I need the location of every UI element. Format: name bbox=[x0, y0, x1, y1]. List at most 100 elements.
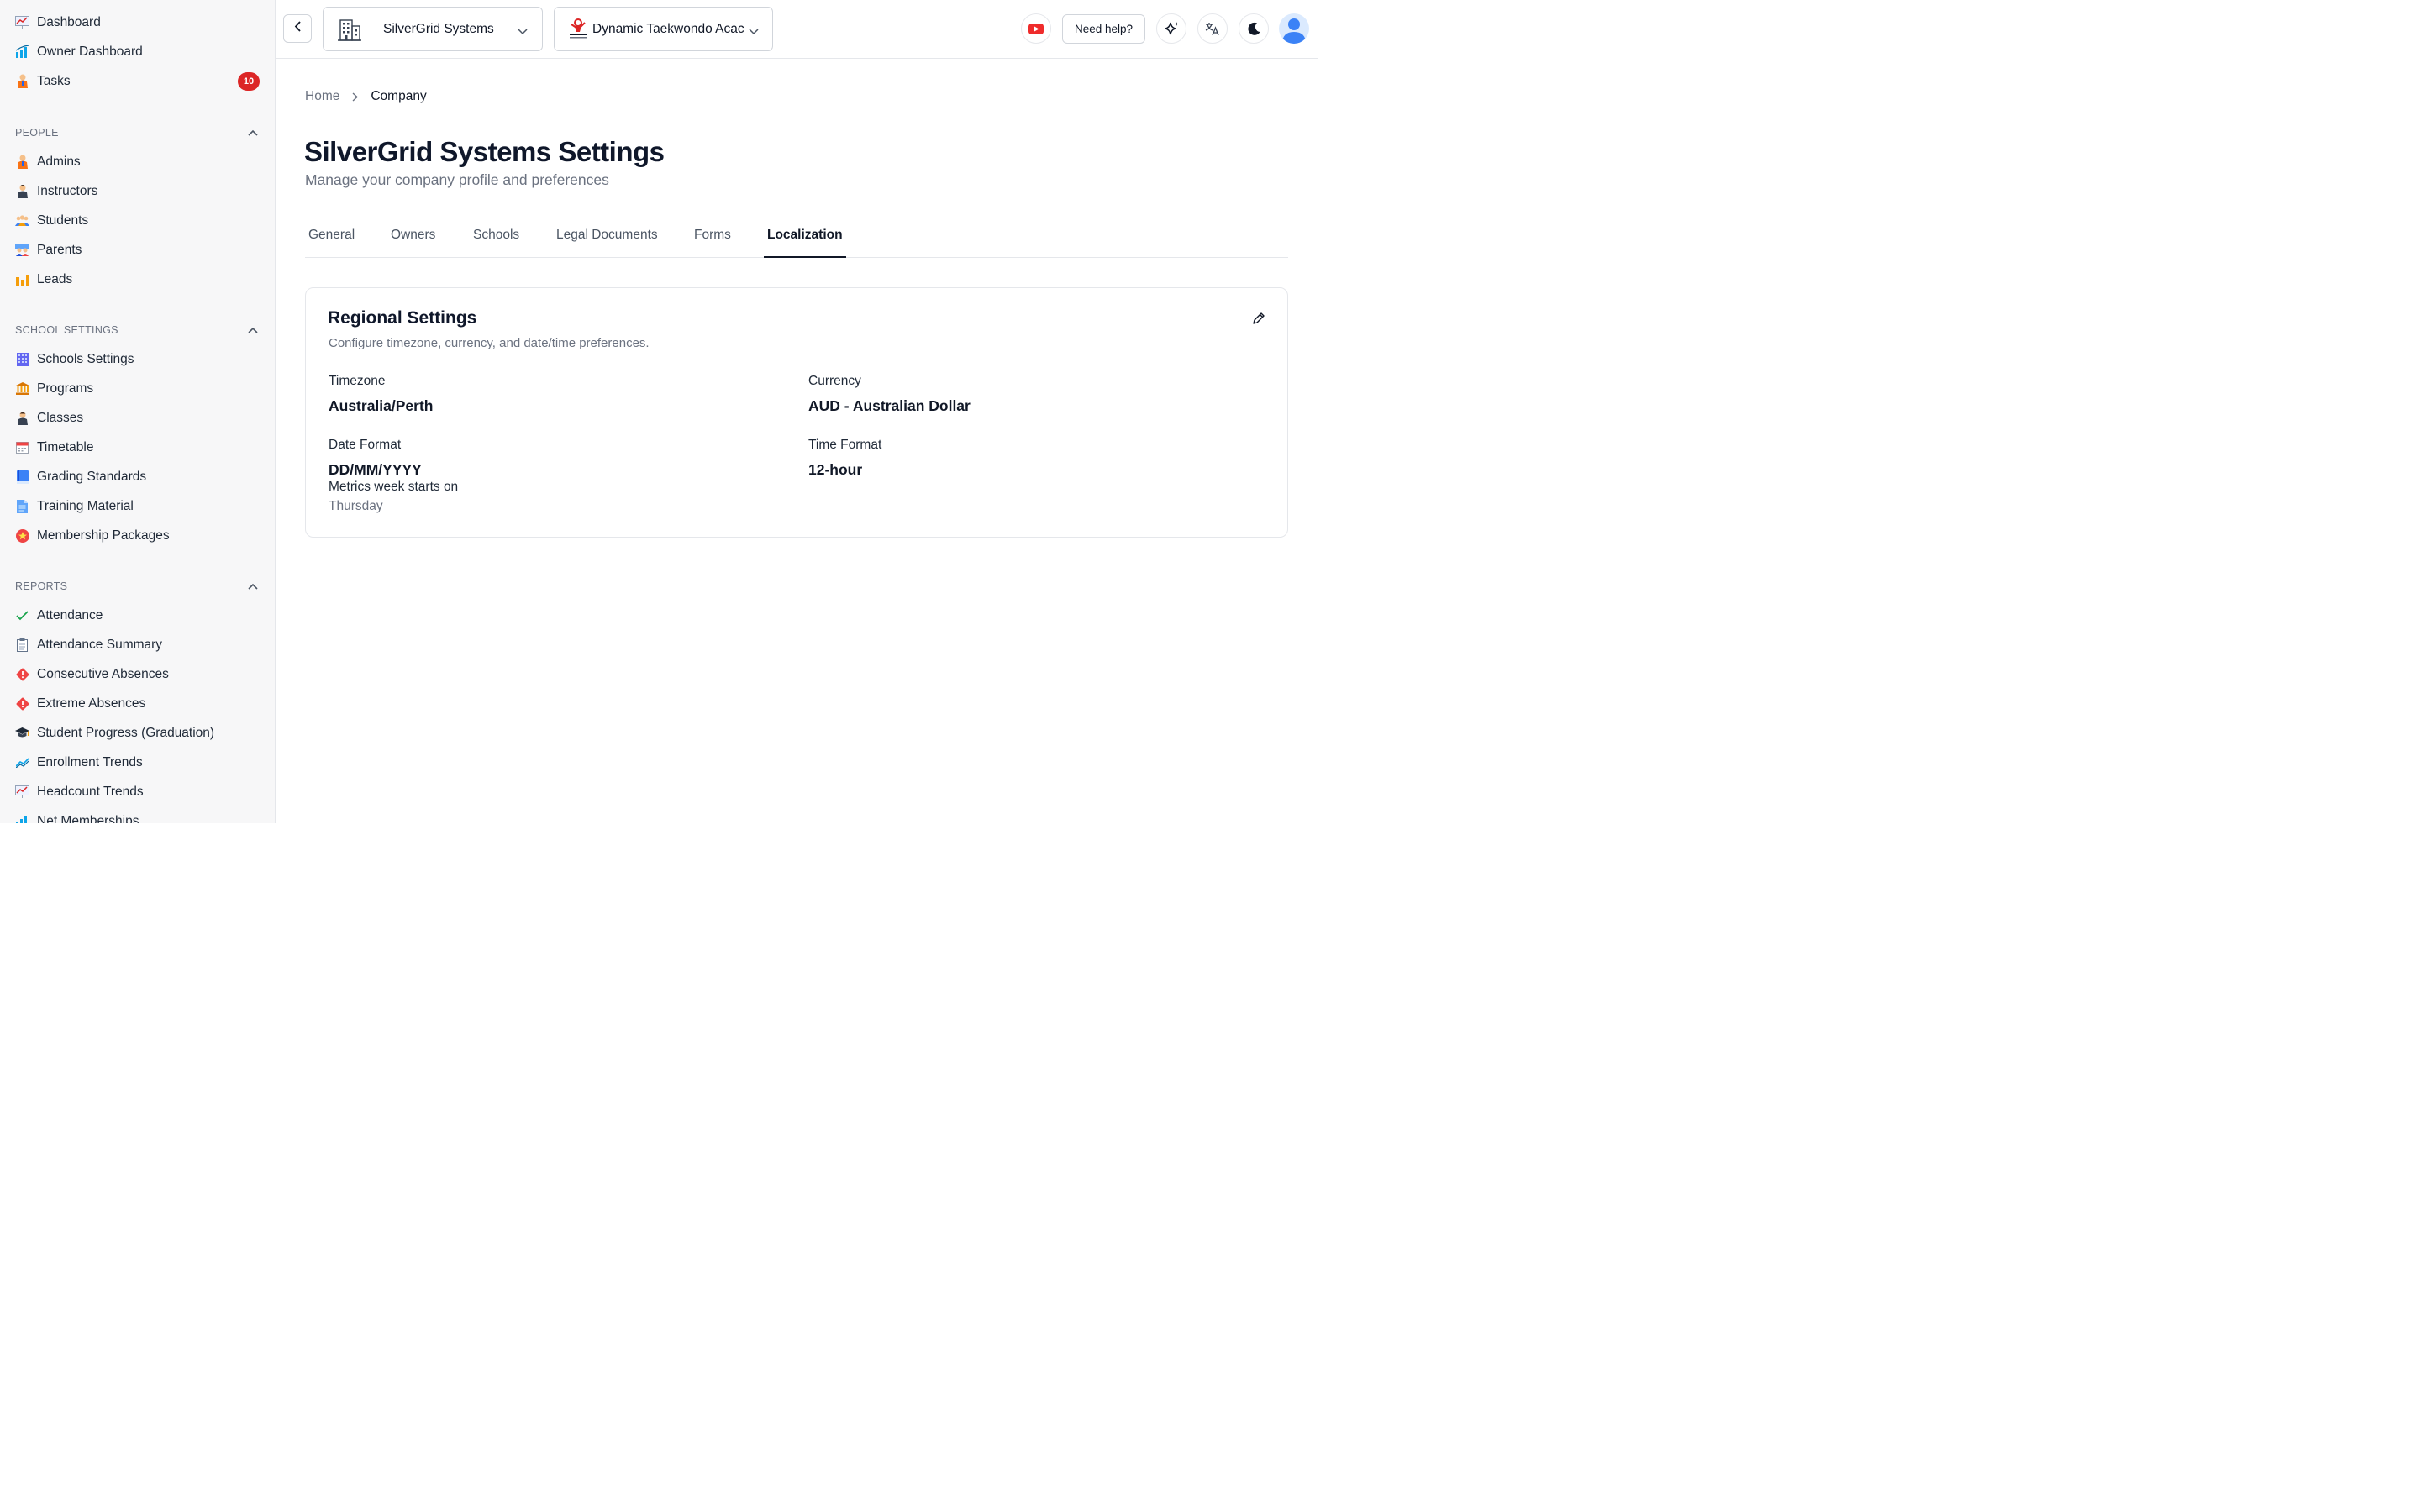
sidebar-item-label: Programs bbox=[37, 381, 94, 396]
sidebar-item-label: Classes bbox=[37, 410, 84, 425]
tab-localization[interactable]: Localization bbox=[764, 218, 846, 258]
tab-forms[interactable]: Forms bbox=[694, 218, 731, 258]
warning-icon bbox=[15, 696, 29, 711]
edit-button[interactable] bbox=[1252, 312, 1265, 325]
sidebar-item-grading-standards[interactable]: Grading Standards bbox=[0, 462, 275, 491]
sidebar-item-label: Timetable bbox=[37, 439, 94, 454]
section-title: PEOPLE bbox=[15, 126, 59, 139]
tasks-count-badge: 10 bbox=[238, 71, 260, 91]
section-title: SCHOOL SETTINGS bbox=[15, 323, 118, 336]
need-help-button[interactable]: Need help? bbox=[1062, 14, 1145, 44]
sidebar-item-tasks[interactable]: Tasks 10 bbox=[0, 66, 275, 96]
sidebar-item-enrollment-trends[interactable]: Enrollment Trends bbox=[0, 748, 275, 777]
sidebar-item-training-material[interactable]: Training Material bbox=[0, 491, 275, 521]
tab-schools[interactable]: Schools bbox=[473, 218, 519, 258]
bar-chart-icon bbox=[15, 45, 29, 59]
timezone-value: Australia/Perth bbox=[329, 397, 434, 414]
sidebar-item-classes[interactable]: Classes bbox=[0, 403, 275, 433]
school-name: Dynamic Taekwondo Acac bbox=[592, 21, 744, 36]
school-selector[interactable]: Dynamic Taekwondo Acac bbox=[554, 7, 773, 51]
sidebar-item-label: Training Material bbox=[37, 498, 134, 513]
avatar[interactable] bbox=[1279, 13, 1309, 44]
sidebar-item-label: Net Memberships bbox=[37, 813, 139, 824]
page-title: SilverGrid Systems Settings bbox=[304, 136, 665, 167]
sidebar-item-student-progress[interactable]: Student Progress (Graduation) bbox=[0, 718, 275, 748]
sidebar-item-label: Tasks bbox=[37, 73, 71, 88]
teacher-icon bbox=[15, 411, 29, 425]
sidebar-item-attendance[interactable]: Attendance bbox=[0, 601, 275, 630]
page-subtitle: Manage your company profile and preferen… bbox=[305, 171, 609, 188]
clipboard-icon bbox=[15, 638, 29, 652]
time-format-label: Time Format bbox=[808, 438, 882, 452]
youtube-button[interactable] bbox=[1021, 13, 1051, 44]
breadcrumb: Home Company bbox=[305, 89, 427, 104]
book-icon bbox=[15, 470, 29, 484]
translate-icon bbox=[1205, 22, 1220, 36]
week-start-label: Metrics week starts on bbox=[329, 480, 459, 494]
currency-label: Currency bbox=[808, 374, 861, 388]
sidebar-item-label: Instructors bbox=[37, 183, 98, 198]
sidebar-item-owner-dashboard[interactable]: Owner Dashboard bbox=[0, 37, 275, 66]
sidebar-item-headcount-trends[interactable]: Headcount Trends bbox=[0, 777, 275, 806]
bar-chart-icon bbox=[15, 814, 29, 823]
calendar-icon bbox=[15, 440, 29, 454]
office-building-icon bbox=[337, 18, 362, 41]
time-format-value: 12-hour bbox=[808, 461, 863, 478]
chevron-up-icon bbox=[248, 127, 258, 139]
section-toggle-school-settings[interactable]: SCHOOL SETTINGS bbox=[0, 315, 275, 344]
sidebar-item-label: Admins bbox=[37, 154, 81, 169]
date-format-label: Date Format bbox=[329, 438, 402, 452]
section-toggle-people[interactable]: PEOPLE bbox=[0, 118, 275, 147]
chevron-left-icon bbox=[294, 21, 302, 36]
chevron-up-icon bbox=[248, 324, 258, 336]
tab-legal-documents[interactable]: Legal Documents bbox=[556, 218, 658, 258]
sidebar-item-timetable[interactable]: Timetable bbox=[0, 433, 275, 462]
chevron-down-icon bbox=[518, 24, 528, 39]
star-badge-icon bbox=[15, 528, 29, 543]
sidebar-item-consecutive-absences[interactable]: Consecutive Absences bbox=[0, 659, 275, 689]
sidebar-item-leads[interactable]: Leads bbox=[0, 265, 275, 294]
back-button[interactable] bbox=[283, 14, 312, 43]
instructor-icon bbox=[15, 184, 29, 198]
sidebar-item-attendance-summary[interactable]: Attendance Summary bbox=[0, 630, 275, 659]
card-subtitle: Configure timezone, currency, and date/t… bbox=[329, 336, 650, 350]
sidebar-item-label: Student Progress (Graduation) bbox=[37, 725, 215, 740]
group-icon bbox=[15, 213, 29, 228]
sidebar-item-label: Students bbox=[37, 213, 89, 228]
date-format-value: DD/MM/YYYY bbox=[329, 461, 422, 478]
sidebar-item-membership-packages[interactable]: Membership Packages bbox=[0, 521, 275, 550]
sidebar-item-net-memberships[interactable]: Net Memberships bbox=[0, 806, 275, 823]
sidebar-item-parents[interactable]: Parents bbox=[0, 235, 275, 265]
sidebar-item-schools-settings[interactable]: Schools Settings bbox=[0, 344, 275, 374]
sidebar-item-label: Schools Settings bbox=[37, 351, 134, 366]
chevron-right-icon bbox=[352, 92, 359, 102]
classical-building-icon bbox=[15, 381, 29, 396]
section-toggle-reports[interactable]: REPORTS bbox=[0, 571, 275, 601]
sidebar-item-label: Leads bbox=[37, 271, 73, 286]
sidebar-item-label: Headcount Trends bbox=[37, 784, 144, 799]
breadcrumb-current: Company bbox=[371, 89, 427, 103]
theme-toggle-button[interactable] bbox=[1239, 13, 1269, 44]
sidebar-item-extreme-absences[interactable]: Extreme Absences bbox=[0, 689, 275, 718]
building-icon bbox=[15, 352, 29, 366]
sidebar-item-instructors[interactable]: Instructors bbox=[0, 176, 275, 206]
ai-assistant-button[interactable] bbox=[1156, 13, 1186, 44]
sidebar-item-programs[interactable]: Programs bbox=[0, 374, 275, 403]
sidebar-item-label: Owner Dashboard bbox=[37, 44, 143, 59]
chart-up-icon bbox=[15, 785, 29, 799]
breadcrumb-home-link[interactable]: Home bbox=[305, 89, 339, 104]
card-title: Regional Settings bbox=[328, 308, 477, 328]
sidebar-item-label: Extreme Absences bbox=[37, 696, 146, 711]
company-selector[interactable]: SilverGrid Systems bbox=[323, 7, 543, 51]
settings-tabs: General Owners Schools Legal Documents F… bbox=[305, 218, 1288, 258]
tab-general[interactable]: General bbox=[308, 218, 355, 258]
graduation-cap-icon bbox=[15, 726, 29, 740]
company-name: SilverGrid Systems bbox=[383, 21, 494, 36]
sidebar-item-students[interactable]: Students bbox=[0, 206, 275, 235]
sidebar-item-dashboard[interactable]: Dashboard bbox=[0, 8, 275, 37]
regional-settings-card: Regional Settings Configure timezone, cu… bbox=[305, 287, 1288, 538]
sidebar-item-admins[interactable]: Admins bbox=[0, 147, 275, 176]
tab-owners[interactable]: Owners bbox=[391, 218, 435, 258]
warning-icon bbox=[15, 667, 29, 681]
language-button[interactable] bbox=[1197, 13, 1228, 44]
